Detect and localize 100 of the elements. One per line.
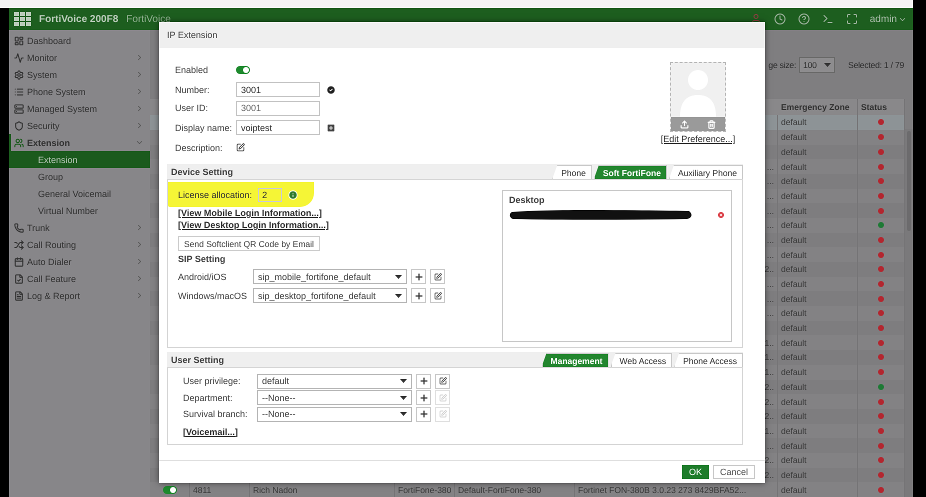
plus-icon (418, 409, 428, 420)
dropdown[interactable]: --None-- (257, 390, 412, 406)
edit-button[interactable] (430, 269, 445, 284)
sidebar-item[interactable]: Trunk (9, 219, 150, 236)
field-label: Display name: (175, 122, 230, 132)
check-circle-icon (326, 84, 336, 94)
toggle-switch[interactable] (236, 66, 250, 74)
info-icon[interactable] (288, 190, 298, 200)
field-label: User ID: (175, 103, 210, 113)
help-icon[interactable] (798, 13, 810, 25)
ok-button[interactable]: OK (682, 465, 709, 479)
display-name-field[interactable]: voiptest (236, 120, 320, 135)
calendar-icon (14, 256, 24, 266)
login-info-link[interactable]: [View Mobile Login Information...] (178, 207, 502, 219)
edit-icon (438, 377, 446, 386)
dropdown[interactable]: sip_desktop_fortifone_default (253, 288, 407, 303)
page-size-dropdown[interactable]: 100 (799, 56, 836, 73)
sidebar-item[interactable]: Auto Dialer (9, 253, 150, 270)
sidebar-item[interactable]: Group (9, 168, 150, 185)
sidebar-item[interactable]: Call Feature (9, 270, 150, 287)
fullscreen-icon[interactable] (846, 13, 858, 25)
tab[interactable]: Phone Access (674, 353, 743, 367)
field-label: User privilege: (183, 376, 242, 386)
edit-icon (438, 394, 446, 402)
sidebar-item[interactable]: Extension (9, 151, 150, 168)
product-name: FortiVoice 200F8 (39, 14, 118, 24)
gear-icon (14, 70, 24, 80)
edit-preference-link[interactable]: [Edit Preference...] (660, 134, 736, 144)
field-label: Number: (175, 84, 211, 94)
plus-icon (414, 272, 424, 282)
sidebar-item[interactable]: Managed System (9, 100, 150, 117)
tab[interactable]: Management (542, 353, 608, 367)
tab[interactable]: Phone (552, 165, 592, 179)
license-field[interactable]: 2 (258, 188, 282, 202)
field-label: Enabled (175, 65, 210, 75)
voicemail-link[interactable]: [Voicemail...] (183, 426, 238, 436)
plus-icon (414, 290, 424, 300)
add-icon[interactable] (326, 122, 336, 132)
add-button[interactable] (411, 288, 426, 303)
edit-icon (434, 292, 442, 300)
sidebar-item[interactable]: Call Routing (9, 236, 150, 253)
dialog-title: IP Extension (159, 22, 765, 48)
field-label: Department: (183, 392, 234, 403)
send-qr-button[interactable]: Send Softclient QR Code by Email (178, 236, 320, 251)
cancel-button[interactable]: Cancel (712, 465, 755, 479)
sidebar-item[interactable]: Security (9, 117, 150, 134)
caret-icon (395, 294, 402, 298)
dropdown[interactable]: --None-- (257, 406, 412, 422)
add-button[interactable] (416, 406, 431, 422)
sidebar-item[interactable]: Dashboard (9, 32, 150, 49)
terminal-icon[interactable] (822, 13, 834, 25)
add-button[interactable] (416, 374, 431, 389)
dropdown[interactable]: sip_mobile_fortifone_default (253, 269, 407, 284)
edit-icon (434, 272, 442, 280)
list-title: Desktop (509, 195, 546, 205)
dropdown[interactable]: default (257, 374, 412, 389)
number-field[interactable]: 3001 (236, 82, 320, 97)
toggle-switch[interactable] (162, 486, 176, 494)
edit-button[interactable] (430, 288, 445, 303)
sidebar-item[interactable]: General Voicemail (9, 185, 150, 202)
sidebar-item[interactable]: System (9, 66, 150, 83)
table-row[interactable]: 4811 Rich Nadon FortiFone-380 Default-FortiFone-380 Fortinet FON-380B 3.0.23 273 8429BFA52... default (150, 482, 905, 497)
add-button[interactable] (411, 269, 426, 284)
tab[interactable]: Web Access (610, 353, 672, 367)
upload-icon[interactable] (680, 120, 689, 128)
shield-icon (14, 120, 24, 130)
add-button[interactable] (416, 390, 431, 406)
users-icon (14, 138, 24, 148)
section-title: Device Setting (171, 166, 234, 176)
tab[interactable]: Soft FortiFone (594, 165, 667, 179)
scrollbar[interactable] (905, 129, 913, 497)
user-menu[interactable]: admin (870, 14, 907, 24)
tab[interactable]: Auxiliary Phone (668, 165, 743, 179)
field-label: Windows/macOS (178, 290, 248, 300)
plus-icon (418, 392, 428, 403)
trash-icon[interactable] (707, 120, 716, 128)
list-icon (14, 86, 24, 96)
shuffle-icon (14, 240, 24, 250)
field-label: Android/iOS (178, 272, 228, 282)
edit-icon (438, 410, 446, 418)
sidebar-item[interactable]: Virtual Number (9, 202, 150, 219)
document-icon (14, 290, 24, 300)
login-info-link[interactable]: [View Desktop Login Information...] (178, 219, 502, 231)
dashboard-icon (14, 36, 24, 46)
sidebar-item[interactable]: Log & Report (9, 287, 150, 304)
clock-icon[interactable] (774, 13, 786, 25)
person-icon[interactable] (750, 13, 762, 25)
caret-icon (400, 412, 407, 416)
caret-icon (824, 62, 832, 67)
logo-icon (14, 12, 31, 26)
edit-icon[interactable] (236, 143, 245, 152)
field-label: Survival branch: (183, 409, 249, 420)
edit-button[interactable] (435, 374, 450, 389)
delete-icon[interactable] (717, 210, 725, 218)
checklist-icon (14, 274, 24, 284)
sidebar-item[interactable]: Phone System (9, 83, 150, 100)
sidebar-item[interactable]: Monitor (9, 49, 150, 66)
phone-icon (14, 222, 24, 232)
subsection-title: SIP Setting (178, 254, 226, 264)
pulse-icon (14, 52, 24, 62)
